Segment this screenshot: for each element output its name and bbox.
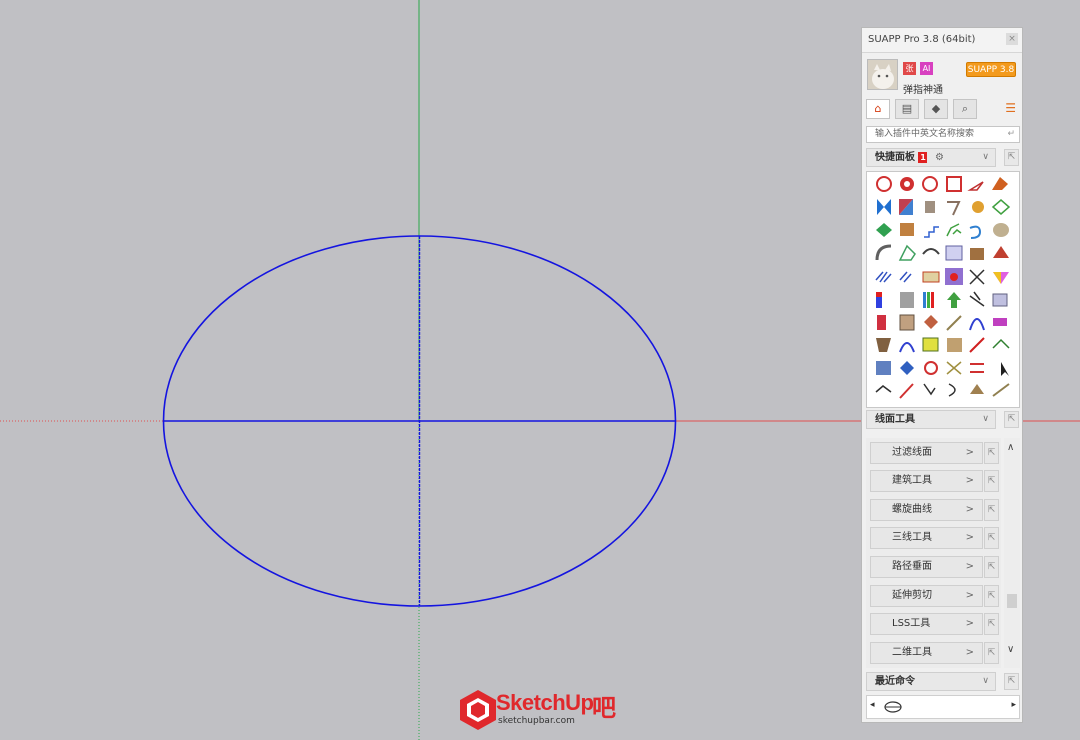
popout-icon[interactable]: ⇱ (1004, 411, 1019, 428)
chevron-right-icon: > (965, 504, 974, 515)
chevron-down-icon[interactable]: ∨ (982, 673, 989, 690)
category-list: 过滤线面 > ⇱ 建筑工具 > ⇱ 螺旋曲线 > ⇱ 三线工具 > ⇱ 路径垂面 > ⇱ … (866, 438, 1001, 668)
list-item[interactable]: 螺旋曲线 > (870, 499, 983, 521)
plugin-icon-row[interactable] (876, 361, 1009, 376)
plugin-icon-grid (866, 171, 1020, 408)
popout-icon[interactable]: ⇱ (984, 585, 999, 607)
list-item-label: 三线工具 (892, 532, 932, 543)
popout-icon[interactable]: ⇱ (984, 470, 999, 492)
popout-icon[interactable]: ⇱ (984, 642, 999, 664)
gear-icon[interactable]: ⚙ (935, 152, 944, 163)
plugin-icon-row[interactable] (875, 383, 1010, 399)
line-tools-header[interactable]: 线面工具 ∨ (866, 410, 996, 429)
list-item[interactable]: 二维工具 > (870, 642, 983, 664)
user-area: 张 AI 弹指神通 SUAPP 3.8 (862, 53, 1022, 97)
chevron-right-icon: > (965, 561, 974, 572)
enter-icon[interactable]: ↵ (1007, 127, 1015, 142)
list-item-label: 路径垂面 (892, 561, 932, 572)
plugin-icon-row[interactable] (876, 223, 1009, 239)
recent-commands-header[interactable]: 最近命令 ∨ (866, 672, 996, 691)
panel-icon[interactable]: ▤ (895, 99, 919, 119)
list-item-label: 过滤线面 (892, 447, 932, 458)
scroll-left-icon[interactable]: ◂ (870, 700, 875, 710)
popout-icon[interactable]: ⇱ (1004, 673, 1019, 690)
plugin-icon-row[interactable] (877, 199, 1011, 216)
menu-icon[interactable]: ☰ (1005, 101, 1016, 115)
list-item[interactable]: 路径垂面 > (870, 556, 983, 578)
plugin-icon-row[interactable] (875, 268, 1009, 285)
quick-panel-label: 快捷面板 (875, 152, 915, 163)
logo-suffix: 吧 (592, 694, 616, 722)
chevron-down-icon[interactable]: ∨ (982, 411, 989, 428)
panel-title: SUAPP Pro 3.8 (64bit) (868, 34, 976, 45)
chevron-right-icon: > (965, 590, 974, 601)
username: 弹指神通 (903, 85, 943, 96)
plugin-icon-row[interactable] (876, 176, 1008, 192)
popout-icon[interactable]: ⇱ (984, 527, 999, 549)
line-tools-label: 线面工具 (875, 414, 915, 425)
popout-icon[interactable]: ⇱ (984, 499, 999, 521)
plugin-icons[interactable] (867, 172, 1019, 407)
chevron-right-icon: > (965, 647, 974, 658)
list-item-label: LSS工具 (892, 618, 931, 629)
scrollbar[interactable]: ∧ ∨ (1004, 438, 1020, 668)
quick-panel-header[interactable]: 快捷面板 1 ⚙ ∨ (866, 148, 996, 167)
quick-panel-badge: 1 (918, 151, 928, 163)
list-item[interactable]: 过滤线面 > (870, 442, 983, 464)
recent-commands-bar: ◂ ▸ (866, 695, 1020, 719)
panel-title-bar[interactable]: SUAPP Pro 3.8 (64bit) × (862, 28, 1022, 53)
scrollbar-thumb[interactable] (1007, 594, 1017, 608)
suapp-panel: SUAPP Pro 3.8 (64bit) × 张 AI 弹指神通 SUAPP … (861, 27, 1023, 723)
panel-tabs: ⌂ ▤ ◆ ⌕ ☰ (862, 97, 1022, 121)
ellipse-tool-icon[interactable] (883, 700, 903, 714)
chevron-right-icon: > (965, 532, 974, 543)
list-item-label: 螺旋曲线 (892, 504, 932, 515)
plugin-icon-row[interactable] (877, 314, 1007, 331)
scroll-up-icon[interactable]: ∧ (1007, 442, 1014, 453)
popout-icon[interactable]: ⇱ (1004, 149, 1019, 166)
scroll-right-icon[interactable]: ▸ (1011, 700, 1016, 710)
popout-icon[interactable]: ⇱ (984, 442, 999, 464)
search-icon[interactable]: ⌕ (953, 99, 977, 119)
plugin-icon-row[interactable] (876, 291, 1008, 308)
list-item[interactable]: 三线工具 > (870, 527, 983, 549)
list-item[interactable]: LSS工具 > (870, 613, 983, 635)
popout-icon[interactable]: ⇱ (984, 613, 999, 635)
search-placeholder: 输入插件中英文名称搜索 (875, 129, 975, 139)
ai-badge-icon[interactable]: AI (920, 62, 933, 75)
chevron-right-icon: > (965, 618, 974, 629)
plugin-icon-row[interactable] (876, 337, 1010, 353)
logo-brand: SketchUp (496, 690, 594, 715)
user-badge-icon[interactable]: 张 (903, 62, 916, 75)
version-button[interactable]: SUAPP 3.8 (966, 62, 1016, 77)
close-icon[interactable]: × (1006, 33, 1018, 45)
chevron-right-icon: > (965, 475, 974, 486)
list-item-label: 建筑工具 (892, 475, 932, 486)
plugin-icon-row[interactable] (875, 244, 1009, 261)
list-item-label: 二维工具 (892, 647, 932, 658)
list-item[interactable]: 建筑工具 > (870, 470, 983, 492)
chevron-down-icon[interactable]: ∨ (982, 149, 989, 166)
list-item-label: 延伸剪切 (892, 590, 932, 601)
scroll-down-icon[interactable]: ∨ (1007, 644, 1014, 655)
avatar[interactable] (867, 59, 898, 90)
sketchupbar-logo: SketchUp 吧 sketchupbar.com (458, 688, 628, 730)
popout-icon[interactable]: ⇱ (984, 556, 999, 578)
recent-commands-label: 最近命令 (875, 676, 915, 687)
list-item[interactable]: 延伸剪切 > (870, 585, 983, 607)
home-icon[interactable]: ⌂ (866, 99, 890, 119)
paint-bucket-icon[interactable]: ◆ (924, 99, 948, 119)
logo-url: sketchupbar.com (498, 716, 575, 726)
chevron-right-icon: > (965, 447, 974, 458)
search-input[interactable]: 输入插件中英文名称搜索 ↵ (866, 126, 1020, 143)
